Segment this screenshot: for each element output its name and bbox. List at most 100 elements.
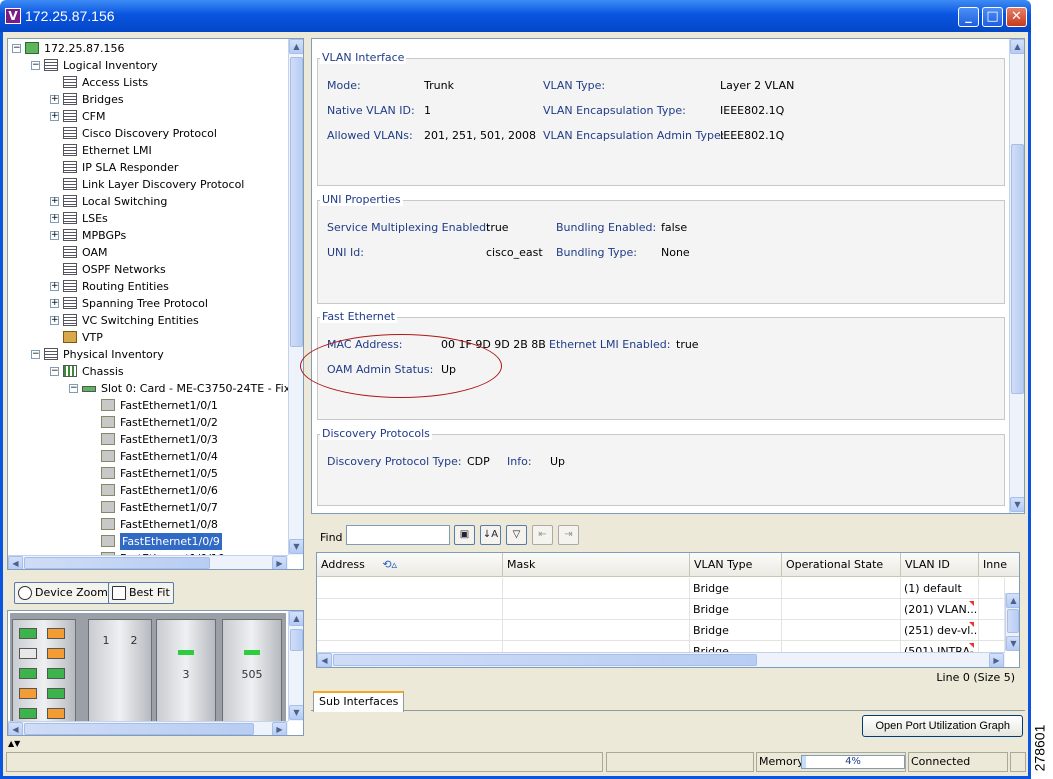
tree-item[interactable]: FastEthernet1/0/9 [8,533,288,550]
collapse-icon[interactable]: − [69,384,78,393]
port-warning-icon[interactable] [47,628,65,639]
column-header-vlan-type[interactable]: VLAN Type [690,553,782,577]
scroll-thumb[interactable] [24,723,254,735]
scroll-left-icon[interactable]: ◀ [8,556,23,569]
find-input[interactable] [346,525,450,545]
table-cell[interactable] [979,599,1005,620]
collapse-icon[interactable]: − [12,44,21,53]
table-cell[interactable] [782,578,901,599]
tree-item[interactable]: − Slot 0: Card - ME-C3750-24TE - Fix [8,380,290,397]
tree-item[interactable]: FastEthernet1/0/5 [8,465,288,482]
tree-item[interactable]: + Bridges [8,91,288,108]
scroll-up-icon[interactable]: ▲ [289,39,303,54]
scroll-left-icon[interactable]: ◀ [8,722,23,735]
port-up-icon[interactable] [19,708,37,719]
column-header-vlan-id[interactable]: VLAN ID [901,553,979,577]
tree-item[interactable]: OSPF Networks [8,261,288,278]
table-cell[interactable]: Bridge [690,599,782,620]
port-warning-icon[interactable] [19,688,37,699]
port-warning-icon[interactable] [47,708,65,719]
scroll-right-icon[interactable]: ▶ [272,556,287,569]
scroll-up-icon[interactable]: ▲ [1006,593,1019,608]
port-up-icon[interactable] [47,688,65,699]
export-icon[interactable]: ⇤ [532,525,553,545]
scroll-down-icon[interactable]: ▼ [289,539,303,554]
table-cell[interactable]: Bridge [690,620,782,641]
tree-item[interactable]: FastEthernet1/0/7 [8,499,288,516]
table-vertical-scrollbar[interactable]: ▲ ▼ [1005,593,1019,651]
tree-item[interactable]: − Physical Inventory [8,346,288,363]
sort-refresh-icon[interactable]: ⟲▵ [368,558,397,571]
table-cell[interactable] [503,599,690,620]
chassis-slot[interactable]: 505 [222,619,282,725]
table-cell[interactable] [503,620,690,641]
tree-item[interactable]: + CFM [8,108,288,125]
chassis-slot[interactable] [12,619,76,725]
column-header-mask[interactable]: Mask [503,553,690,577]
tab-sub-interfaces[interactable]: Sub Interfaces [313,691,405,712]
expand-icon[interactable]: + [50,316,59,325]
table-cell[interactable] [979,620,1005,641]
tree-item[interactable]: FastEthernet1/0/4 [8,448,288,465]
table-cell[interactable] [317,599,503,620]
column-header-inner[interactable]: Inne [979,553,1019,577]
tree-item[interactable]: Access Lists [8,74,288,91]
port-up-icon[interactable] [47,668,65,679]
tree-item[interactable]: + MPBGPs [8,227,288,244]
maximize-button[interactable]: □ [982,7,1003,27]
tree-item[interactable]: FastEthernet1/0/3 [8,431,288,448]
import-icon[interactable]: ⇥ [558,525,579,545]
tree-item[interactable]: Cisco Discovery Protocol [8,125,288,142]
tree-item[interactable]: − Logical Inventory [8,57,288,74]
splitter-arrows-icon[interactable]: ▲▼ [8,739,20,748]
tree-item[interactable]: IP SLA Responder [8,159,288,176]
scroll-down-icon[interactable]: ▼ [1010,497,1024,512]
chassis-vertical-scrollbar[interactable]: ▲ ▼ [288,611,303,721]
tree-item[interactable]: FastEthernet1/0/2 [8,414,288,431]
tree-item[interactable]: + Local Switching [8,193,288,210]
tree-item[interactable]: FastEthernet1/0/6 [8,482,288,499]
expand-icon[interactable]: + [50,112,59,121]
table-horizontal-scrollbar[interactable]: ◀ ▶ [317,652,1005,667]
tree-item[interactable]: + Spanning Tree Protocol [8,295,288,312]
filter-icon[interactable]: ▽ [506,525,527,545]
table-cell[interactable] [782,620,901,641]
table-cell[interactable]: (1) default [901,578,979,599]
chassis-view[interactable]: 1 2 3 505 ▲ ▼ ◀ ▶ [7,610,304,736]
table-cell[interactable]: Bridge [690,578,782,599]
table-cell[interactable] [317,578,503,599]
port-icon[interactable] [19,648,37,659]
best-fit-button[interactable]: Best Fit [108,582,174,604]
save-icon[interactable]: ▣ [454,525,475,545]
scroll-thumb[interactable] [333,654,757,666]
tree-item[interactable]: VTP [8,329,288,346]
scroll-thumb[interactable] [1011,144,1024,394]
table-cell[interactable] [503,578,690,599]
column-header-address[interactable]: Address ⟲▵ [317,553,503,577]
expand-icon[interactable]: + [50,197,59,206]
chassis-slot[interactable]: 1 2 [88,619,152,725]
scroll-right-icon[interactable]: ▶ [272,722,287,735]
column-header-operational-state[interactable]: Operational State [782,553,901,577]
scroll-thumb[interactable] [290,629,303,651]
collapse-icon[interactable]: − [31,61,40,70]
chassis-slot[interactable]: 3 [156,619,216,725]
tree-item[interactable]: + VC Switching Entities [8,312,288,329]
tree-item[interactable]: + Routing Entities [8,278,288,295]
inventory-tree[interactable]: −172.25.87.156− Logical Inventory Access L… [7,38,304,570]
scroll-down-icon[interactable]: ▼ [1006,636,1019,651]
tree-item[interactable]: − 172.25.87.156 [8,40,288,57]
tree-vertical-scrollbar[interactable]: ▲ ▼ [288,39,303,555]
properties-vertical-scrollbar[interactable]: ▲ ▼ [1009,39,1024,513]
tree-item[interactable]: Link Layer Discovery Protocol [8,176,288,193]
scroll-left-icon[interactable]: ◀ [317,653,332,667]
port-up-icon[interactable] [19,628,37,639]
tree-item[interactable]: + LSEs [8,210,288,227]
expand-icon[interactable]: + [50,231,59,240]
sort-az-icon[interactable]: ↓A [480,525,501,545]
device-zoom-button[interactable]: Device Zoom [14,582,112,604]
tree-item[interactable]: Ethernet LMI [8,142,288,159]
scroll-thumb[interactable] [24,557,210,569]
port-warning-icon[interactable] [47,648,65,659]
scroll-thumb[interactable] [290,57,303,347]
